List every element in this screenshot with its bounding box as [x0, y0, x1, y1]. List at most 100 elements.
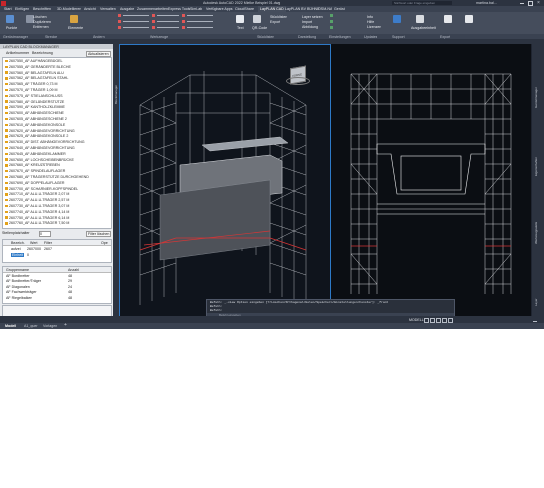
delete-button[interactable]: Löschen [33, 15, 47, 19]
list-item[interactable]: 2607650_AF LOCHSCHEIBENBRÜCKE [5, 158, 74, 162]
file-icon[interactable] [465, 15, 473, 23]
duplicate-button[interactable]: Duplizieren [33, 20, 51, 24]
tab-start[interactable]: Start [4, 7, 12, 11]
tab-modell[interactable]: Modell [5, 324, 16, 328]
tool-icon[interactable] [152, 26, 155, 29]
tool-icon[interactable] [152, 20, 155, 23]
list-item[interactable]: 2607600_AF ABHÄNGESCHIENE [5, 111, 64, 115]
tool-icon[interactable] [182, 20, 185, 23]
tab-ansicht[interactable]: Ansicht [84, 7, 96, 11]
tab-zusammenarbeiten[interactable]: Zusammenarbeiten [137, 7, 168, 11]
elements-button[interactable]: Elemente [68, 26, 83, 30]
tab-simlab[interactable]: SimLab [190, 7, 202, 11]
qr-code-button[interactable]: QR-Code [252, 26, 267, 30]
list-item[interactable]: 2607630_AF DIST. ABHÄNGEVORRICHTUNG [5, 140, 85, 144]
export-button[interactable]: Export [270, 20, 280, 24]
side-tab-eigenschaften[interactable]: Eigenschaften [534, 157, 538, 176]
ausgabe-button[interactable]: Ausgabeeinheit [411, 26, 436, 30]
export-icon[interactable] [416, 15, 424, 23]
tab-verwalten[interactable]: Verwalten [100, 7, 116, 11]
list-item[interactable]: 2607625_AF ABHÄNGEKONSOLE 2 [5, 134, 68, 138]
list-item[interactable]: 2607740_AF ALU-U-TRÄGER 4,14 M [5, 210, 69, 214]
tab-a1-quer[interactable]: A1_quer [24, 324, 38, 328]
list-item[interactable]: 2607690_AF DOPPELAUFLAGER [5, 181, 65, 185]
radio-artikelnummer[interactable]: Artikelnummer [6, 51, 29, 55]
stuecklisten-button[interactable]: Stücklisten [270, 15, 287, 19]
minimize-icon[interactable] [520, 2, 524, 4]
list-item[interactable]: 2607560_AF BELAGTAFELN ALU [5, 71, 64, 75]
tool-icon[interactable] [152, 14, 155, 17]
tab-vorlagen[interactable]: Vorlagen [43, 324, 57, 328]
list-item[interactable]: 2607760_AF ALU-U-TRÄGER 7,50 M [5, 221, 69, 225]
filter-input[interactable]: 0 [39, 230, 51, 237]
app-logo-icon[interactable] [1, 0, 6, 6]
customize-icon[interactable] [533, 318, 537, 322]
list-item[interactable]: 2607680_AF TRÄGERSTÜTZE DURCHGEHEND [5, 175, 89, 179]
text-button[interactable]: Text [237, 26, 244, 30]
tab-cloudshare[interactable]: CloudShare [235, 7, 254, 11]
side-tab-layer[interactable]: Layer [534, 298, 538, 306]
list-item[interactable]: 2607645_AF ABHÄNGEKLAMMER [5, 152, 66, 156]
user-name[interactable]: martina.bal... [476, 1, 497, 5]
layer-button[interactable]: Layer setzen [302, 15, 323, 19]
close-icon[interactable]: × [537, 1, 540, 5]
list-item[interactable]: 2607670_AF SPINDELAUFLAGER [5, 169, 65, 173]
settings-icon[interactable] [330, 26, 333, 29]
import-button[interactable]: Import [302, 20, 312, 24]
side-tab-werkzeugpalette[interactable]: Werkzeugpalette [534, 222, 538, 244]
group-table[interactable]: Gruppenname Anzahl AF Bordbretter 48 AF … [2, 266, 112, 304]
viewcube-ring[interactable] [286, 77, 310, 85]
tab-express-tools[interactable]: Express Tools [168, 7, 190, 11]
clear-filter-button[interactable]: Filter löschen [86, 230, 112, 237]
list-item[interactable]: 2607570_AF TRÄGER 1,09 M [5, 88, 57, 92]
refresh-button[interactable]: Aktualisieren [86, 50, 111, 57]
list-item[interactable]: 2607605_AF ABHÄNGESCHIENE 2 [5, 117, 67, 121]
tab-beschriften[interactable]: Beschriften [33, 7, 51, 11]
settings-icon[interactable] [330, 20, 333, 23]
tab-apps[interactable]: Verfügbare Apps [206, 7, 233, 11]
tab-osm[interactable]: OSM-NA [318, 7, 332, 11]
list-item[interactable]: 2607700_AF SCHARNIER-KOPFSPINDEL [5, 187, 78, 191]
tool-icon[interactable] [118, 14, 121, 17]
block-tree[interactable]: 2607550_AF AUFHÄNGEBÜGEL 2607555_AF GERÄ… [2, 57, 112, 229]
list-item[interactable]: 2607620_AF ABHÄNGEVORRICHTUNG [5, 129, 75, 133]
tab-einfuegen[interactable]: Einfügen [15, 7, 29, 11]
list-item[interactable]: 2607575_AF STIELANSCHLUSS [5, 94, 63, 98]
tab-layplan-bv[interactable]: LayPLAN BV BÜHNE [285, 7, 320, 11]
points-button[interactable]: Punkte [6, 26, 17, 30]
blockmanager-side-tab[interactable]: Blockmanager [114, 85, 118, 104]
table-row[interactable]: Einheit 0 [3, 252, 111, 257]
side-tab-geruestmanager[interactable]: Gerüstmanager [534, 87, 538, 108]
info-button[interactable]: Info [367, 15, 373, 19]
list-item[interactable]: 2607565_AF TRÄGER 0,73 M [5, 82, 57, 86]
model-space-label[interactable]: MODELL [409, 318, 424, 322]
remove-button[interactable]: Entfernen [33, 25, 49, 29]
viewport-front[interactable] [331, 44, 531, 316]
tool-icon[interactable] [118, 26, 121, 29]
license-button[interactable]: Lizenzen [367, 25, 381, 29]
tab-3d[interactable]: 3D-Modellieren [57, 7, 81, 11]
table-row[interactable]: AF Diagonalen 24 [3, 284, 111, 289]
radio-bezeichnung[interactable]: Bezeichnung [32, 51, 53, 55]
viewport-3d[interactable]: VORNE [119, 44, 331, 318]
tab-ausgabe[interactable]: Ausgabe [120, 7, 134, 11]
list-item[interactable]: 2607710_AF ALU-U-TRÄGER 2,07 M [5, 192, 69, 196]
filter-table[interactable]: Bezeich. Wert Filter Ope aufzei 2607000 … [2, 239, 112, 263]
table-row[interactable]: AF Bordbretter/Träger 29 [3, 279, 111, 284]
tool-icon[interactable] [182, 14, 185, 17]
list-item[interactable]: 2607660_AF KREUZSTREBEN [5, 163, 60, 167]
tab-geruest[interactable]: Gerüst [334, 7, 345, 11]
abbildung-button[interactable]: Abbildung [302, 25, 318, 29]
list-item[interactable]: 2607750_AF ALU-U-TRÄGER 6,14 M [5, 216, 69, 220]
list-item[interactable]: 2607562_AF BELAGTAFELN STAHL [5, 76, 68, 80]
list-item[interactable]: 2607610_AF ABHÄNGEKONSOLE [5, 123, 65, 127]
table-row[interactable]: AF Riegelbalken 48 [3, 295, 111, 300]
settings-icon[interactable] [330, 14, 333, 17]
tool-icon[interactable] [182, 26, 185, 29]
list-item[interactable]: 2607580_AF GELÄNDERSTÜTZE [5, 100, 64, 104]
help-icon[interactable] [393, 15, 401, 23]
points-icon[interactable] [6, 15, 14, 23]
list-item[interactable]: 2607730_AF ALU-U-TRÄGER 3,07 M [5, 204, 69, 208]
list-item[interactable]: 2607590_AF KANTHOLZKLEMME [5, 105, 65, 109]
list-item[interactable]: 2607555_AF GERÄNDERTE BLECHE [5, 65, 71, 69]
